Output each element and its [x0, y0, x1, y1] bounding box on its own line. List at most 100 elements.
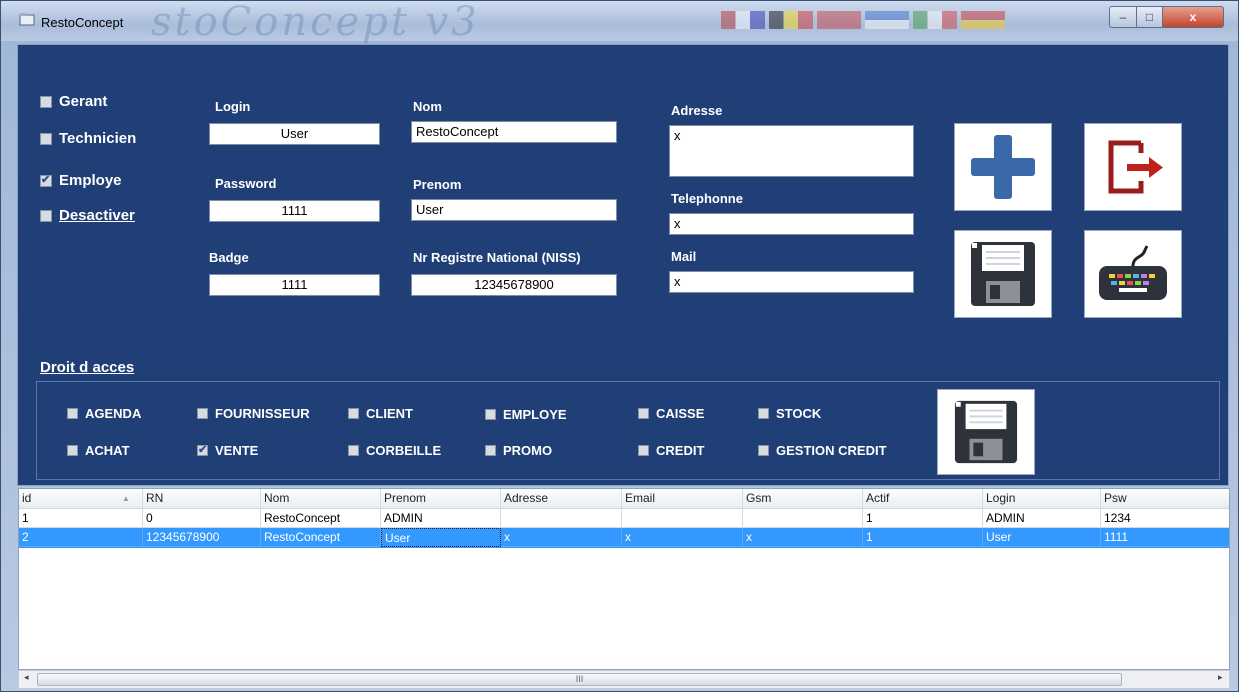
- checkbox-box[interactable]: [638, 445, 649, 456]
- add-button[interactable]: [954, 123, 1052, 211]
- table-cell[interactable]: 1111: [1101, 528, 1229, 547]
- column-header-prenom[interactable]: Prenom: [381, 489, 501, 509]
- window-title: RestoConcept: [41, 15, 124, 30]
- scroll-left-icon[interactable]: ◂: [24, 672, 29, 683]
- column-header-email[interactable]: Email: [622, 489, 743, 509]
- role-technicien-checkbox[interactable]: Technicien: [40, 130, 136, 147]
- table-cell[interactable]: ADMIN: [983, 509, 1101, 528]
- right-label: CLIENT: [366, 406, 413, 421]
- checkbox-box[interactable]: [197, 408, 208, 419]
- table-cell[interactable]: 1: [863, 509, 983, 528]
- telephone-input[interactable]: x: [669, 213, 914, 235]
- badge-input[interactable]: 1111: [209, 274, 380, 296]
- checkbox-box[interactable]: [348, 445, 359, 456]
- right-client-checkbox[interactable]: CLIENT: [348, 406, 413, 421]
- table-cell[interactable]: RestoConcept: [261, 528, 381, 547]
- table-cell[interactable]: 1: [19, 509, 143, 528]
- nom-input[interactable]: RestoConcept: [411, 121, 617, 143]
- adresse-input[interactable]: x: [669, 125, 914, 177]
- right-caisse-checkbox[interactable]: CAISSE: [638, 406, 704, 421]
- column-header-gsm[interactable]: Gsm: [743, 489, 863, 509]
- prenom-input[interactable]: User: [411, 199, 617, 221]
- checkbox-box[interactable]: [758, 445, 769, 456]
- right-fournisseur-checkbox[interactable]: FOURNISSEUR: [197, 406, 310, 421]
- grip-icon: III: [575, 674, 584, 684]
- table-cell[interactable]: x: [622, 528, 743, 547]
- checkbox-box[interactable]: [40, 132, 52, 145]
- checkbox-box[interactable]: [485, 445, 496, 456]
- column-header-login[interactable]: Login: [983, 489, 1101, 509]
- table-cell[interactable]: x: [743, 528, 863, 547]
- table-cell[interactable]: ADMIN: [381, 509, 501, 528]
- keyboard-button[interactable]: [1084, 230, 1182, 318]
- checkbox-box[interactable]: [197, 443, 208, 456]
- title-bar[interactable]: RestoConcept stoConcept v3 – □ x: [1, 0, 1238, 45]
- checkbox-box[interactable]: [758, 408, 769, 419]
- column-header-adresse[interactable]: Adresse: [501, 489, 622, 509]
- checkbox-box[interactable]: [40, 173, 52, 187]
- checkbox-box[interactable]: [67, 445, 78, 456]
- right-employe-checkbox[interactable]: EMPLOYE: [485, 407, 567, 422]
- column-header-id[interactable]: id ▲: [19, 489, 143, 509]
- exit-icon: [1108, 140, 1163, 194]
- right-label: CREDIT: [656, 443, 705, 458]
- column-header-nom[interactable]: Nom: [261, 489, 381, 509]
- right-corbeille-checkbox[interactable]: CORBEILLE: [348, 443, 441, 458]
- right-label: FOURNISSEUR: [215, 406, 310, 421]
- checkbox-box[interactable]: [67, 408, 78, 419]
- keyboard-icon: [1099, 245, 1167, 300]
- table-cell[interactable]: RestoConcept: [261, 509, 381, 528]
- role-gerant-checkbox[interactable]: Gerant: [40, 93, 107, 110]
- employees-grid[interactable]: id ▲ RN Nom Prenom Adresse Email Gsm Acti…: [18, 488, 1230, 670]
- right-agenda-checkbox[interactable]: AGENDA: [67, 406, 141, 421]
- minimize-button[interactable]: –: [1109, 6, 1137, 28]
- table-cell[interactable]: 12345678900: [143, 528, 261, 547]
- right-vente-checkbox[interactable]: VENTE: [197, 443, 258, 458]
- scrollbar-thumb[interactable]: III: [37, 673, 1122, 686]
- save-rights-button[interactable]: [937, 389, 1035, 475]
- checkbox-box[interactable]: [348, 408, 359, 419]
- table-cell[interactable]: 1: [863, 528, 983, 547]
- maximize-button[interactable]: □: [1136, 6, 1163, 28]
- checkbox-box[interactable]: [485, 409, 496, 420]
- table-cell[interactable]: 0: [143, 509, 261, 528]
- desactiver-checkbox[interactable]: Desactiver: [40, 207, 135, 224]
- password-input[interactable]: 1111: [209, 200, 380, 222]
- table-cell[interactable]: User: [983, 528, 1101, 547]
- checkbox-box[interactable]: [40, 95, 52, 108]
- horizontal-scrollbar[interactable]: ◂ III ▸: [18, 670, 1230, 689]
- niss-input[interactable]: 12345678900: [411, 274, 617, 296]
- right-label: VENTE: [215, 443, 259, 458]
- table-cell[interactable]: [743, 509, 863, 528]
- right-stock-checkbox[interactable]: STOCK: [758, 406, 821, 421]
- right-credit-checkbox[interactable]: CREDIT: [638, 443, 704, 458]
- right-achat-checkbox[interactable]: ACHAT: [67, 443, 130, 458]
- role-employe-checkbox[interactable]: Employe: [40, 172, 122, 189]
- column-header-psw[interactable]: Psw: [1101, 489, 1229, 509]
- right-gestion-credit-checkbox[interactable]: GESTION CREDIT: [758, 443, 887, 458]
- table-row[interactable]: 1 0 RestoConcept ADMIN 1 ADMIN 1234: [19, 509, 1229, 528]
- language-flags: [721, 11, 1005, 29]
- right-promo-checkbox[interactable]: PROMO: [485, 443, 552, 458]
- mail-label: Mail: [671, 249, 697, 264]
- checkbox-box[interactable]: [638, 408, 649, 419]
- column-header-actif[interactable]: Actif: [863, 489, 983, 509]
- column-header-rn[interactable]: RN: [143, 489, 261, 509]
- scroll-right-icon[interactable]: ▸: [1218, 672, 1223, 683]
- table-cell-focused[interactable]: User: [381, 528, 501, 547]
- floppy-disk-icon: [954, 400, 1018, 464]
- mail-input[interactable]: x: [669, 271, 914, 293]
- checkbox-box[interactable]: [40, 209, 52, 222]
- exit-button[interactable]: [1084, 123, 1182, 211]
- table-cell[interactable]: x: [501, 528, 622, 547]
- table-cell[interactable]: [622, 509, 743, 528]
- save-button[interactable]: [954, 230, 1052, 318]
- table-cell[interactable]: [501, 509, 622, 528]
- login-input[interactable]: User: [209, 123, 380, 145]
- rights-group: AGENDA FOURNISSEUR CLIENT EMPLOYE CAISSE…: [36, 381, 1220, 480]
- app-window: RestoConcept stoConcept v3 – □ x Gerant …: [0, 0, 1239, 692]
- table-cell[interactable]: 2: [19, 528, 143, 547]
- table-cell[interactable]: 1234: [1101, 509, 1229, 528]
- close-button[interactable]: x: [1162, 6, 1224, 28]
- table-row-selected[interactable]: 2 12345678900 RestoConcept User x x x 1 …: [19, 528, 1229, 548]
